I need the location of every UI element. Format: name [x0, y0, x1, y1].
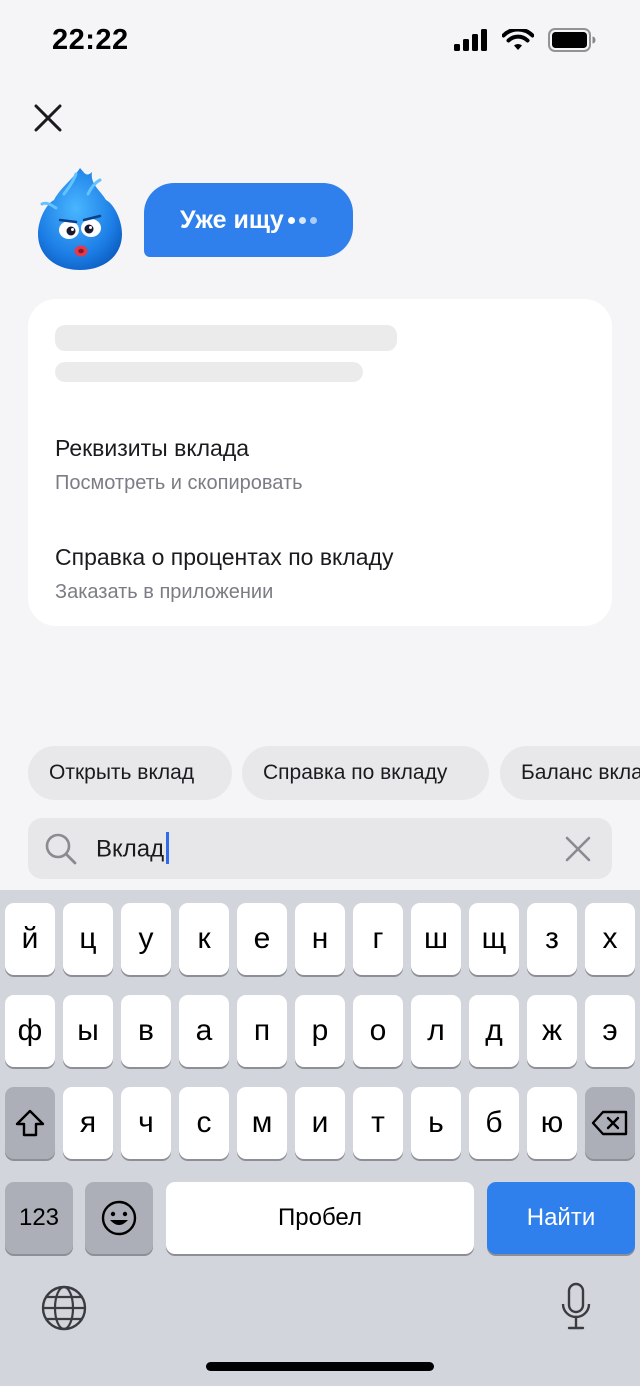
chip-deposit-certificate[interactable]: Справка по вкладу: [242, 746, 489, 800]
key-row2-2[interactable]: в: [121, 995, 171, 1067]
key-row2-6[interactable]: о: [353, 995, 403, 1067]
key-row2-0[interactable]: ф: [5, 995, 55, 1067]
key-row3-2[interactable]: с: [179, 1087, 229, 1159]
suggestion-chips: Открыть вклад Справка по вкладу Баланс в…: [28, 746, 640, 800]
key-row1-1[interactable]: ц: [63, 903, 113, 975]
key-row1-4[interactable]: е: [237, 903, 287, 975]
backspace-icon: [591, 1110, 628, 1136]
close-button[interactable]: [30, 100, 66, 136]
typing-indicator: [287, 216, 317, 224]
home-indicator: [206, 1362, 434, 1371]
emoji-icon: [101, 1200, 137, 1236]
key-row3-0[interactable]: я: [63, 1087, 113, 1159]
key-row1-10[interactable]: х: [585, 903, 635, 975]
assistant-bubble: Уже ищу: [144, 183, 353, 257]
result-item-subtitle: Заказать в приложении: [55, 581, 274, 603]
key-row1-6[interactable]: г: [353, 903, 403, 975]
shift-key[interactable]: [5, 1087, 55, 1159]
key-row2-9[interactable]: ж: [527, 995, 577, 1067]
globe-icon[interactable]: [40, 1284, 88, 1332]
battery-icon: [548, 28, 596, 52]
microphone-icon[interactable]: [560, 1282, 592, 1332]
key-row3-6[interactable]: ь: [411, 1087, 461, 1159]
result-item-title: Справка о процентах по вкладу: [55, 544, 394, 570]
keyboard: йцукенгшщзх фывапролджэ ячсмитьбю 123 Пр…: [0, 890, 640, 1386]
shift-icon: [15, 1109, 45, 1137]
key-row2-8[interactable]: д: [469, 995, 519, 1067]
key-row1-5[interactable]: н: [295, 903, 345, 975]
chip-open-deposit[interactable]: Открыть вклад: [28, 746, 232, 800]
loading-skeleton: [55, 325, 397, 351]
search-icon: [45, 833, 77, 865]
key-row2-7[interactable]: л: [411, 995, 461, 1067]
key-row1-8[interactable]: щ: [469, 903, 519, 975]
key-row1-7[interactable]: ш: [411, 903, 461, 975]
loading-skeleton: [55, 362, 363, 382]
result-item-title: Реквизиты вклада: [55, 435, 250, 461]
key-row1-0[interactable]: й: [5, 903, 55, 975]
search-input[interactable]: Вклад: [96, 832, 170, 866]
key-row2-1[interactable]: ы: [63, 995, 113, 1067]
search-field[interactable]: Вклад: [28, 818, 612, 879]
key-row2-3[interactable]: а: [179, 995, 229, 1067]
key-row1-2[interactable]: у: [121, 903, 171, 975]
text-caret: [166, 832, 170, 864]
chip-deposit-balance[interactable]: Баланс вклада: [500, 746, 640, 800]
key-row2-5[interactable]: р: [295, 995, 345, 1067]
status-bar: 22:22: [0, 0, 640, 88]
assistant-bubble-text: Уже ищу: [180, 205, 284, 234]
key-row3-1[interactable]: ч: [121, 1087, 171, 1159]
result-item-interest-certificate[interactable]: Справка о процентах по вкладу Заказать в…: [55, 544, 394, 604]
key-row3-8[interactable]: ю: [527, 1087, 577, 1159]
status-time: 22:22: [52, 24, 129, 56]
key-row2-4[interactable]: п: [237, 995, 287, 1067]
key-row2-10[interactable]: э: [585, 995, 635, 1067]
wifi-icon: [502, 28, 534, 50]
key-row1-3[interactable]: к: [179, 903, 229, 975]
emoji-key[interactable]: [85, 1182, 153, 1254]
key-row3-3[interactable]: м: [237, 1087, 287, 1159]
key-row3-4[interactable]: и: [295, 1087, 345, 1159]
results-card: Реквизиты вклада Посмотреть и скопироват…: [28, 299, 612, 626]
key-row3-5[interactable]: т: [353, 1087, 403, 1159]
mascot-avatar: [38, 168, 122, 270]
close-icon: [34, 104, 62, 132]
key-row1-9[interactable]: з: [527, 903, 577, 975]
search-submit-key[interactable]: Найти: [487, 1182, 635, 1254]
result-item-requisites[interactable]: Реквизиты вклада Посмотреть и скопироват…: [55, 435, 303, 495]
result-item-subtitle: Посмотреть и скопировать: [55, 472, 303, 494]
clear-icon[interactable]: [564, 835, 592, 863]
numbers-key[interactable]: 123: [5, 1182, 73, 1254]
key-row3-7[interactable]: б: [469, 1087, 519, 1159]
cellular-signal-icon: [454, 29, 487, 51]
space-key[interactable]: Пробел: [166, 1182, 474, 1254]
status-icons: [454, 28, 596, 52]
backspace-key[interactable]: [585, 1087, 635, 1159]
